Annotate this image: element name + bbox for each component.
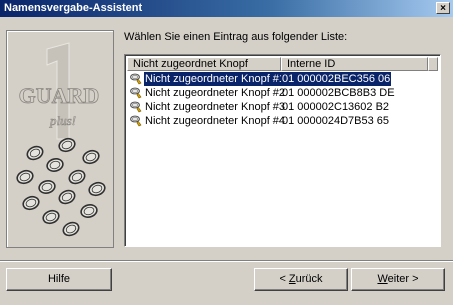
row-name: Nicht zugeordneter Knopf #2 xyxy=(145,87,286,99)
row-name: Nicht zugeordneter Knopf #1 xyxy=(144,72,287,86)
button-list[interactable]: Nicht zugeordnet Knopf Interne ID Nicht … xyxy=(124,54,441,247)
back-button[interactable]: < Zurück xyxy=(254,268,348,291)
list-item[interactable]: Nicht zugeordneter Knopf #2 01 000002BCB… xyxy=(127,86,439,100)
column-header-id[interactable]: Interne ID xyxy=(281,57,428,71)
next-button[interactable]: Weiter > xyxy=(351,268,445,291)
list-item[interactable]: Nicht zugeordneter Knopf #1 01 000002BEC… xyxy=(127,72,439,86)
row-id: 01 000002BEC356 06 xyxy=(281,72,392,86)
row-name: Nicht zugeordneter Knopf #4 xyxy=(145,115,286,127)
next-rest: eiter > xyxy=(387,273,419,285)
column-header-name[interactable]: Nicht zugeordnet Knopf xyxy=(127,57,281,71)
wizard-window: Namensvergabe-Assistent × GUARD plus! Wä… xyxy=(0,0,453,305)
window-title: Namensvergabe-Assistent xyxy=(4,2,143,14)
row-id: 01 000002BCB8B3 DE xyxy=(282,87,395,99)
back-rest: urück xyxy=(295,273,323,285)
ibutton-logo-icon: GUARD plus! xyxy=(16,42,106,237)
close-button[interactable]: × xyxy=(436,2,450,14)
ibutton-key-icon xyxy=(130,73,142,85)
button-separator xyxy=(0,260,453,262)
next-mnemonic: W xyxy=(377,273,388,285)
ibutton-key-icon xyxy=(130,115,142,127)
column-header-filler xyxy=(428,57,438,71)
instruction-text: Wählen Sie einen Eintrag aus folgender L… xyxy=(124,31,348,43)
row-id: 01 000002C13602 B2 xyxy=(282,101,390,113)
logo-plus-text: plus! xyxy=(49,113,76,128)
list-item[interactable]: Nicht zugeordneter Knopf #3 01 000002C13… xyxy=(127,100,439,114)
ibutton-key-icon xyxy=(130,87,142,99)
back-prefix: < xyxy=(279,273,289,285)
back-mnemonic: Z xyxy=(288,273,296,285)
ibutton-key-icon xyxy=(130,101,142,113)
logo-guard-text: GUARD xyxy=(19,83,100,108)
close-icon: × xyxy=(440,3,446,14)
row-name: Nicht zugeordneter Knopf #3 xyxy=(145,101,286,113)
list-item[interactable]: Nicht zugeordneter Knopf #4 01 0000024D7… xyxy=(127,114,439,128)
help-button[interactable]: Hilfe xyxy=(6,268,112,291)
title-bar: Namensvergabe-Assistent × xyxy=(0,0,453,17)
row-id: 01 0000024D7B53 65 xyxy=(282,115,390,127)
wizard-logo-panel: GUARD plus! xyxy=(6,30,114,248)
